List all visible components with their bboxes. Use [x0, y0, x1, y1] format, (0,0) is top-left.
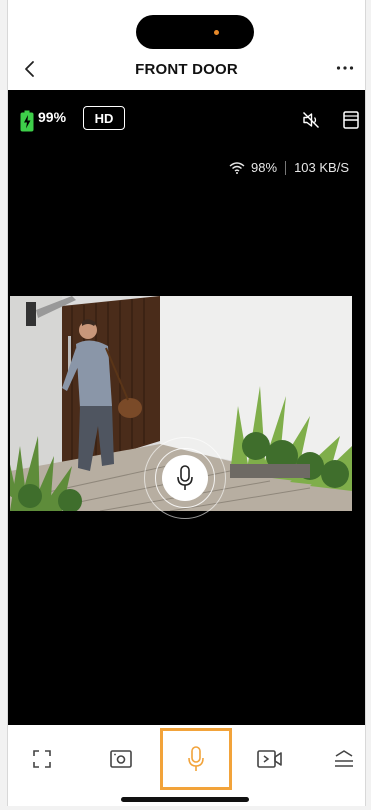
layout-toggle-button[interactable] [343, 111, 359, 134]
camera-snapshot-icon [110, 750, 132, 768]
push-to-talk-button[interactable] [162, 455, 208, 501]
fullscreen-icon [33, 750, 51, 768]
quality-toggle-button[interactable]: HD [83, 106, 125, 130]
more-options-button[interactable] [331, 56, 359, 80]
battery-icon [20, 110, 34, 132]
talk-button[interactable] [176, 739, 216, 779]
top-nav-bar: FRONT DOOR [8, 50, 365, 88]
wifi-icon [229, 161, 245, 174]
home-indicator[interactable] [121, 797, 249, 802]
speaker-muted-icon [303, 112, 319, 128]
bitrate: 103 KB/S [294, 160, 349, 175]
more-horizontal-icon [336, 66, 354, 70]
snapshot-button[interactable] [101, 739, 141, 779]
page-title: FRONT DOOR [135, 61, 238, 78]
phone-screen: FRONT DOOR 99% HD 98% 103 KB/S [7, 0, 366, 806]
stats-divider [285, 160, 287, 175]
microphone-icon [188, 746, 204, 771]
wifi-signal: 98% [251, 160, 278, 175]
record-button[interactable] [250, 739, 290, 779]
dynamic-island [136, 15, 254, 49]
bottom-toolbar [8, 725, 365, 806]
record-video-icon [257, 750, 282, 768]
camera-indicator-dot [214, 30, 219, 35]
layout-split-icon [343, 111, 359, 129]
chevron-up-panel-icon [335, 750, 353, 767]
network-stats: 98% 103 KB/S [229, 160, 349, 175]
fullscreen-button[interactable] [22, 739, 62, 779]
live-view: 99% HD 98% 103 KB/S [8, 90, 365, 725]
battery-percent: 99% [38, 109, 67, 125]
microphone-icon [177, 465, 193, 490]
mute-button[interactable] [302, 111, 320, 134]
expand-panel-button[interactable] [324, 739, 364, 779]
